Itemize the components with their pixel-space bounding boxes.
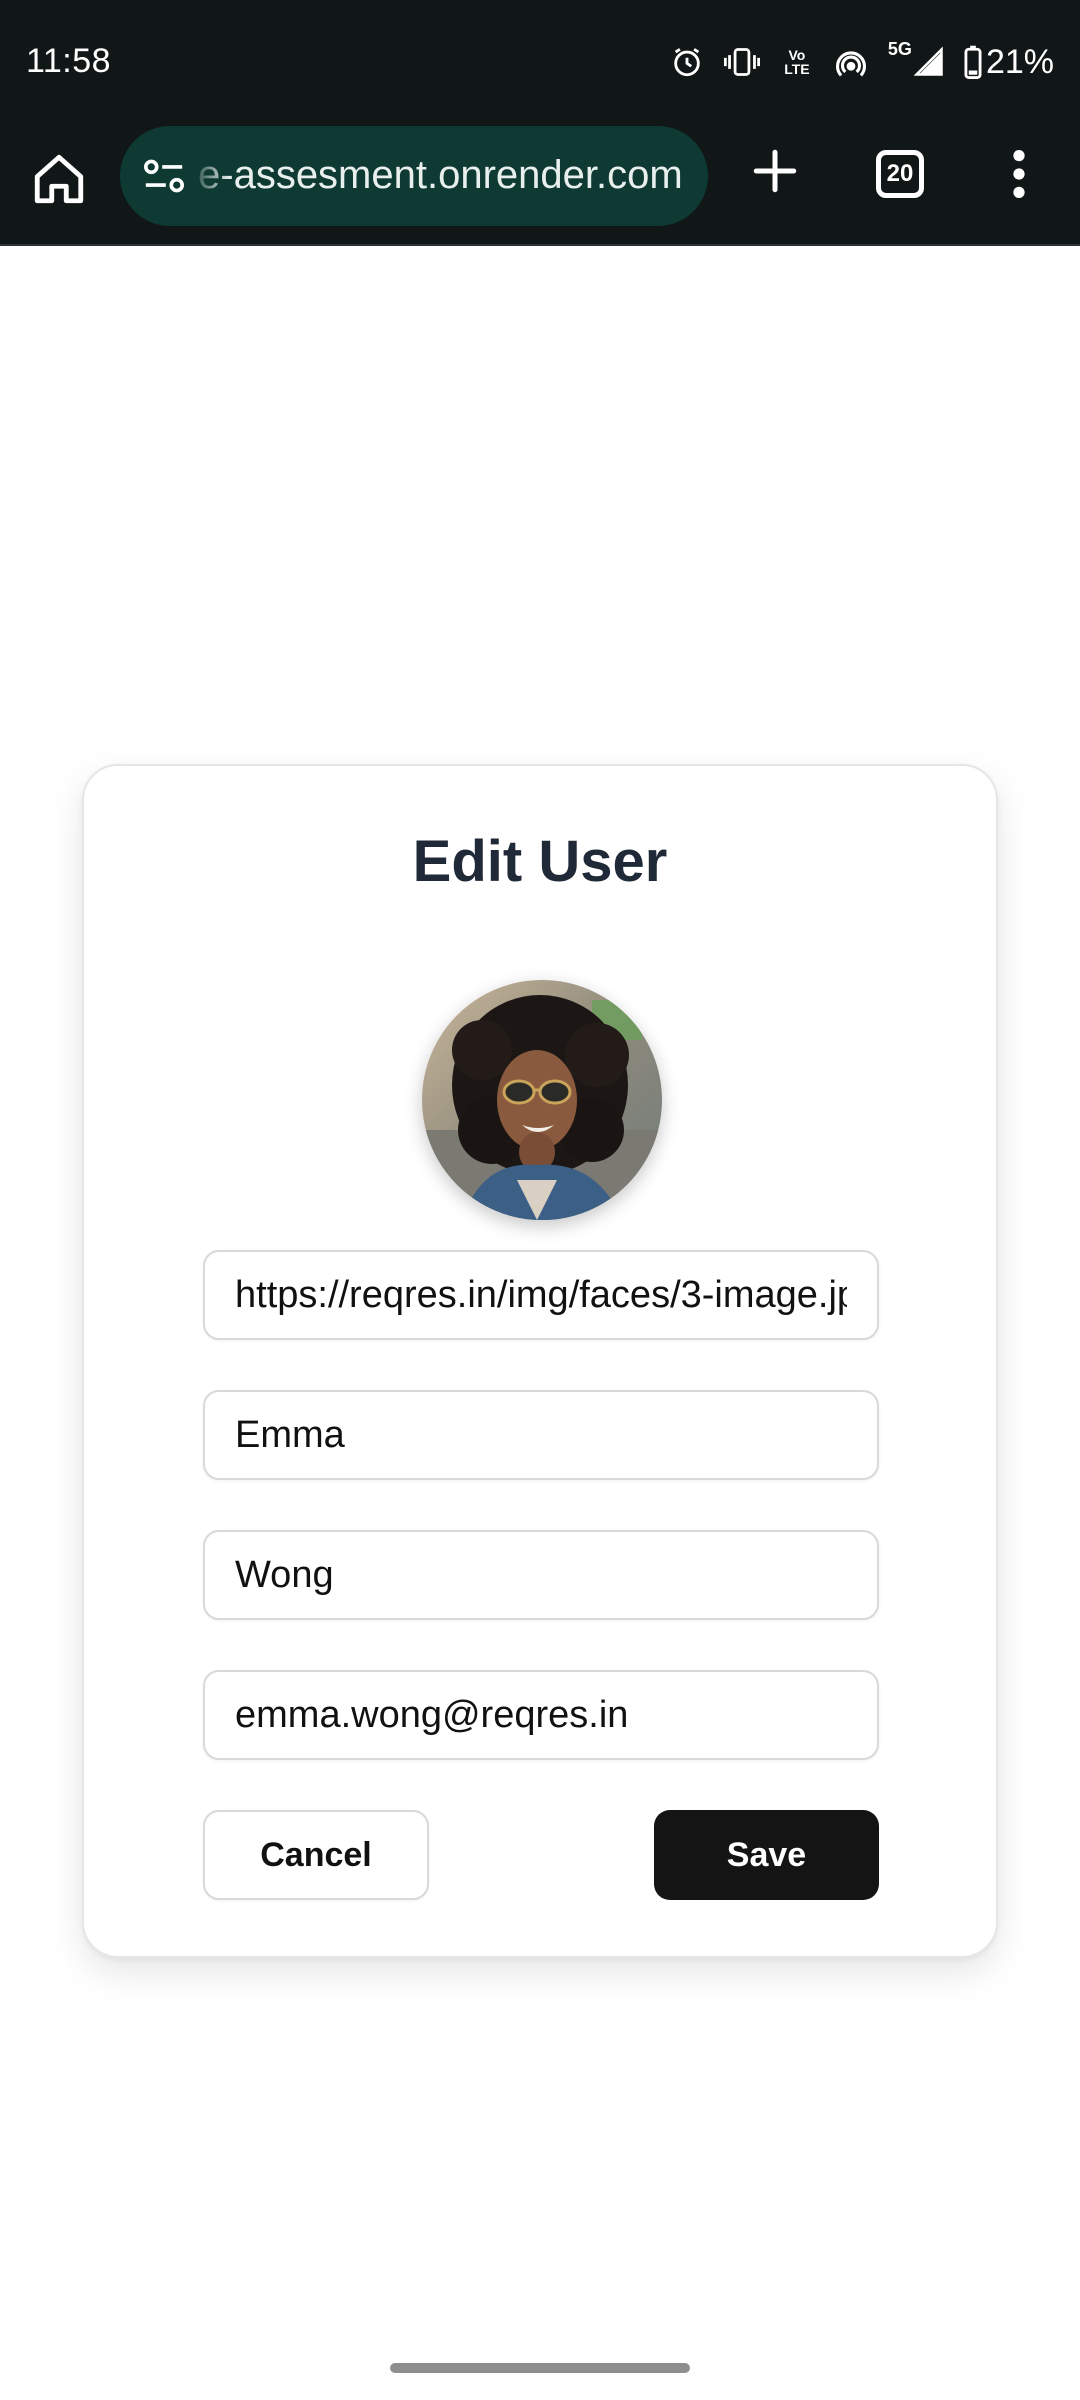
status-bar: 11:58 Vo LTE 5G 21% xyxy=(0,0,1080,124)
vibrate-icon xyxy=(723,48,760,76)
page-title: Edit User xyxy=(412,829,668,894)
battery-group: 21% xyxy=(964,43,1054,82)
edit-user-card: Edit User https://reqres.in/img/faces/3-… xyxy=(82,764,998,1958)
signal-icon xyxy=(913,46,943,76)
first-name-input[interactable] xyxy=(203,1390,879,1480)
address-bar[interactable]: e-assesment.onrender.com xyxy=(120,126,708,226)
last-name-input[interactable] xyxy=(203,1530,879,1620)
signal-group: 5G xyxy=(888,40,944,78)
battery-percent: 21% xyxy=(985,42,1054,81)
plus-icon[interactable] xyxy=(750,146,800,196)
browser-toolbar: e-assesment.onrender.com 20 xyxy=(0,124,1080,246)
volte-icon: Vo LTE xyxy=(780,48,814,76)
volte-label: Vo LTE xyxy=(784,47,810,77)
email-input[interactable] xyxy=(203,1670,879,1760)
url-text[interactable]: e-assesment.onrender.com xyxy=(198,153,690,198)
battery-icon xyxy=(964,45,982,79)
hotspot-icon xyxy=(835,51,866,77)
tab-switcher-button[interactable]: 20 xyxy=(876,150,924,198)
cancel-button[interactable]: Cancel xyxy=(203,1810,429,1900)
save-button[interactable]: Save xyxy=(654,1810,879,1900)
alarm-icon xyxy=(674,48,700,77)
more-vert-icon[interactable] xyxy=(1004,148,1034,200)
status-icons: Vo LTE 5G 21% xyxy=(670,38,1054,86)
avatar-photo xyxy=(422,980,662,1220)
gesture-bar[interactable] xyxy=(390,2363,690,2373)
avatar-url-input[interactable] xyxy=(203,1250,879,1340)
network-type: 5G xyxy=(887,39,912,59)
site-settings-icon[interactable] xyxy=(142,156,186,196)
status-time: 11:58 xyxy=(26,42,112,80)
avatar xyxy=(422,980,662,1220)
url-fade xyxy=(190,126,230,226)
tab-count: 20 xyxy=(886,160,914,187)
home-icon[interactable] xyxy=(30,150,88,208)
